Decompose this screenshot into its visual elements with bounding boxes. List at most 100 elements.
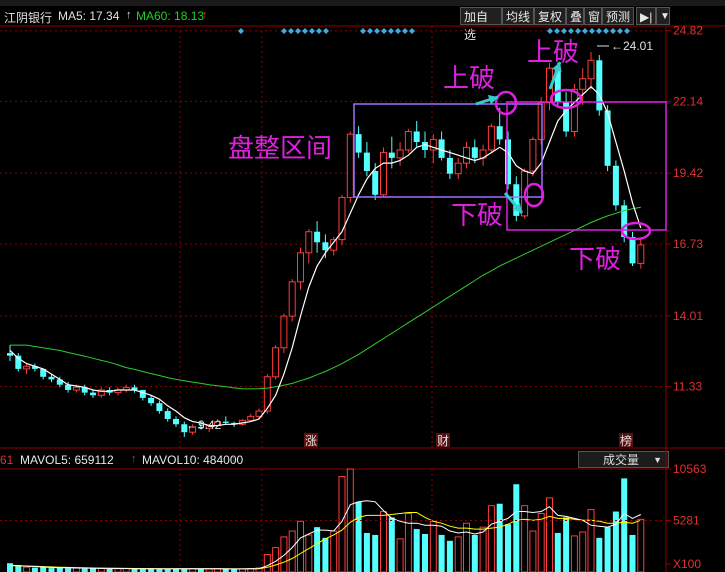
volume-tick-label: 5281 — [673, 514, 700, 528]
volume-bar-down — [363, 532, 370, 572]
event-diamond-icon — [367, 28, 373, 34]
candle-body-down — [173, 418, 179, 425]
event-diamond-icon — [316, 28, 322, 34]
candle-body-up — [579, 78, 587, 90]
event-diamond-icon — [395, 28, 401, 34]
event-diamond-icon — [575, 28, 581, 34]
candle-body-down — [413, 131, 420, 143]
candle-body-up — [72, 386, 80, 391]
candle-body-up — [338, 196, 346, 241]
volume-bar-up — [529, 530, 537, 572]
price-tick-label: 19.42 — [673, 166, 703, 180]
price-tick-label: 16.73 — [673, 237, 703, 251]
candle-body-up — [587, 59, 595, 80]
volume-bar-up — [297, 520, 304, 572]
volume-bar-down — [81, 568, 88, 572]
candle-body-up — [297, 252, 304, 283]
event-diamond-icon — [554, 28, 560, 34]
volume-bar-up — [521, 505, 529, 572]
candle-body-down — [446, 157, 453, 174]
candle-body-down — [363, 152, 370, 172]
event-diamond-icon — [561, 28, 567, 34]
volume-bar-down — [621, 478, 628, 572]
event-diamond-icon — [617, 28, 623, 34]
volume-bar-down — [629, 534, 636, 572]
volume-bar-down — [513, 484, 520, 572]
candle-body-down — [596, 60, 603, 111]
volume-bar-down — [438, 534, 445, 572]
candle-body-up — [305, 231, 313, 254]
price-tick-label: 11.33 — [673, 380, 702, 394]
volume-bar-down — [604, 527, 611, 572]
volume-bar-down — [355, 501, 362, 572]
volume-bar-down — [7, 563, 13, 572]
event-diamond-icon — [624, 28, 630, 34]
volume-bar-up — [570, 535, 578, 572]
volume-bar-up — [72, 567, 80, 572]
up-break-label-2: 上破 — [527, 37, 579, 67]
volume-bar-down — [388, 517, 395, 572]
volume-bar-up — [487, 505, 495, 572]
event-tag-3: 榜 — [620, 433, 632, 448]
volume-bar-down — [314, 527, 321, 572]
event-diamond-icon — [388, 28, 394, 34]
price-tick-label: 24.82 — [673, 24, 703, 38]
event-diamond-icon — [295, 28, 301, 34]
event-diamond-icon — [381, 28, 387, 34]
candle-body-up — [396, 149, 404, 159]
candle-body-up — [404, 131, 412, 151]
volume-bar-up — [396, 538, 404, 572]
high-marker-label: ←24.01 — [611, 39, 653, 53]
volume-bar-up — [429, 520, 437, 572]
event-diamond-icon — [360, 28, 366, 34]
candle-body-up — [537, 101, 545, 140]
volume-bar-up — [637, 518, 645, 572]
volume-bar-down — [90, 568, 96, 572]
event-diamond-icon — [409, 28, 415, 34]
candle-body-down — [388, 152, 395, 158]
event-diamond-icon — [281, 28, 287, 34]
candle-body-up — [247, 415, 255, 421]
candle-body-down — [629, 237, 636, 264]
volume-bar-up — [280, 536, 288, 572]
consolidation-label: 盘整区间 — [228, 133, 332, 163]
chart-frame — [0, 25, 725, 572]
price-grid — [0, 30, 666, 388]
volume-bar-down — [322, 537, 329, 572]
event-diamond-icon — [589, 28, 595, 34]
candle-body-up — [380, 152, 387, 196]
volume-tick-label: 10563 — [673, 462, 707, 476]
volume-bar-up — [288, 530, 296, 572]
volume-bar-down — [554, 532, 561, 572]
volume-bar-up — [479, 526, 487, 572]
candles — [7, 52, 645, 437]
down-break-label-2: 下破 — [569, 244, 621, 274]
candle-body-up — [463, 146, 470, 164]
volume-bar-up — [579, 531, 587, 572]
candle-body-down — [438, 139, 445, 158]
event-diamond-icon — [238, 28, 244, 34]
volume-tick-label: X100 — [673, 557, 701, 571]
volume-bar-down — [40, 567, 47, 572]
event-markers — [238, 28, 630, 34]
candle-body-up — [280, 315, 288, 349]
event-diamond-icon — [547, 28, 553, 34]
candle-body-down — [148, 397, 155, 404]
candle-body-down — [156, 403, 163, 412]
event-diamond-icon — [302, 28, 308, 34]
volume-bar-up — [23, 566, 31, 572]
candle-body-up — [487, 125, 495, 151]
volume-bar-up — [330, 530, 338, 572]
low-marker-label: ←9.42 — [186, 418, 222, 432]
event-diamond-icon — [309, 28, 315, 34]
volume-bar-up — [587, 509, 595, 572]
event-diamond-icon — [374, 28, 380, 34]
volume-bar-up — [263, 553, 271, 572]
down-break-label-1: 下破 — [451, 200, 503, 230]
volume-bar-down — [496, 503, 503, 572]
kline-chart[interactable]: 24.82 22.14 19.42 16.73 14.01 11.33 10563 5281… — [0, 0, 725, 572]
price-tick-label: 22.14 — [673, 94, 703, 108]
event-diamond-icon — [288, 28, 294, 34]
volume-bar-down — [56, 567, 63, 572]
volume-bar-down — [596, 537, 603, 572]
